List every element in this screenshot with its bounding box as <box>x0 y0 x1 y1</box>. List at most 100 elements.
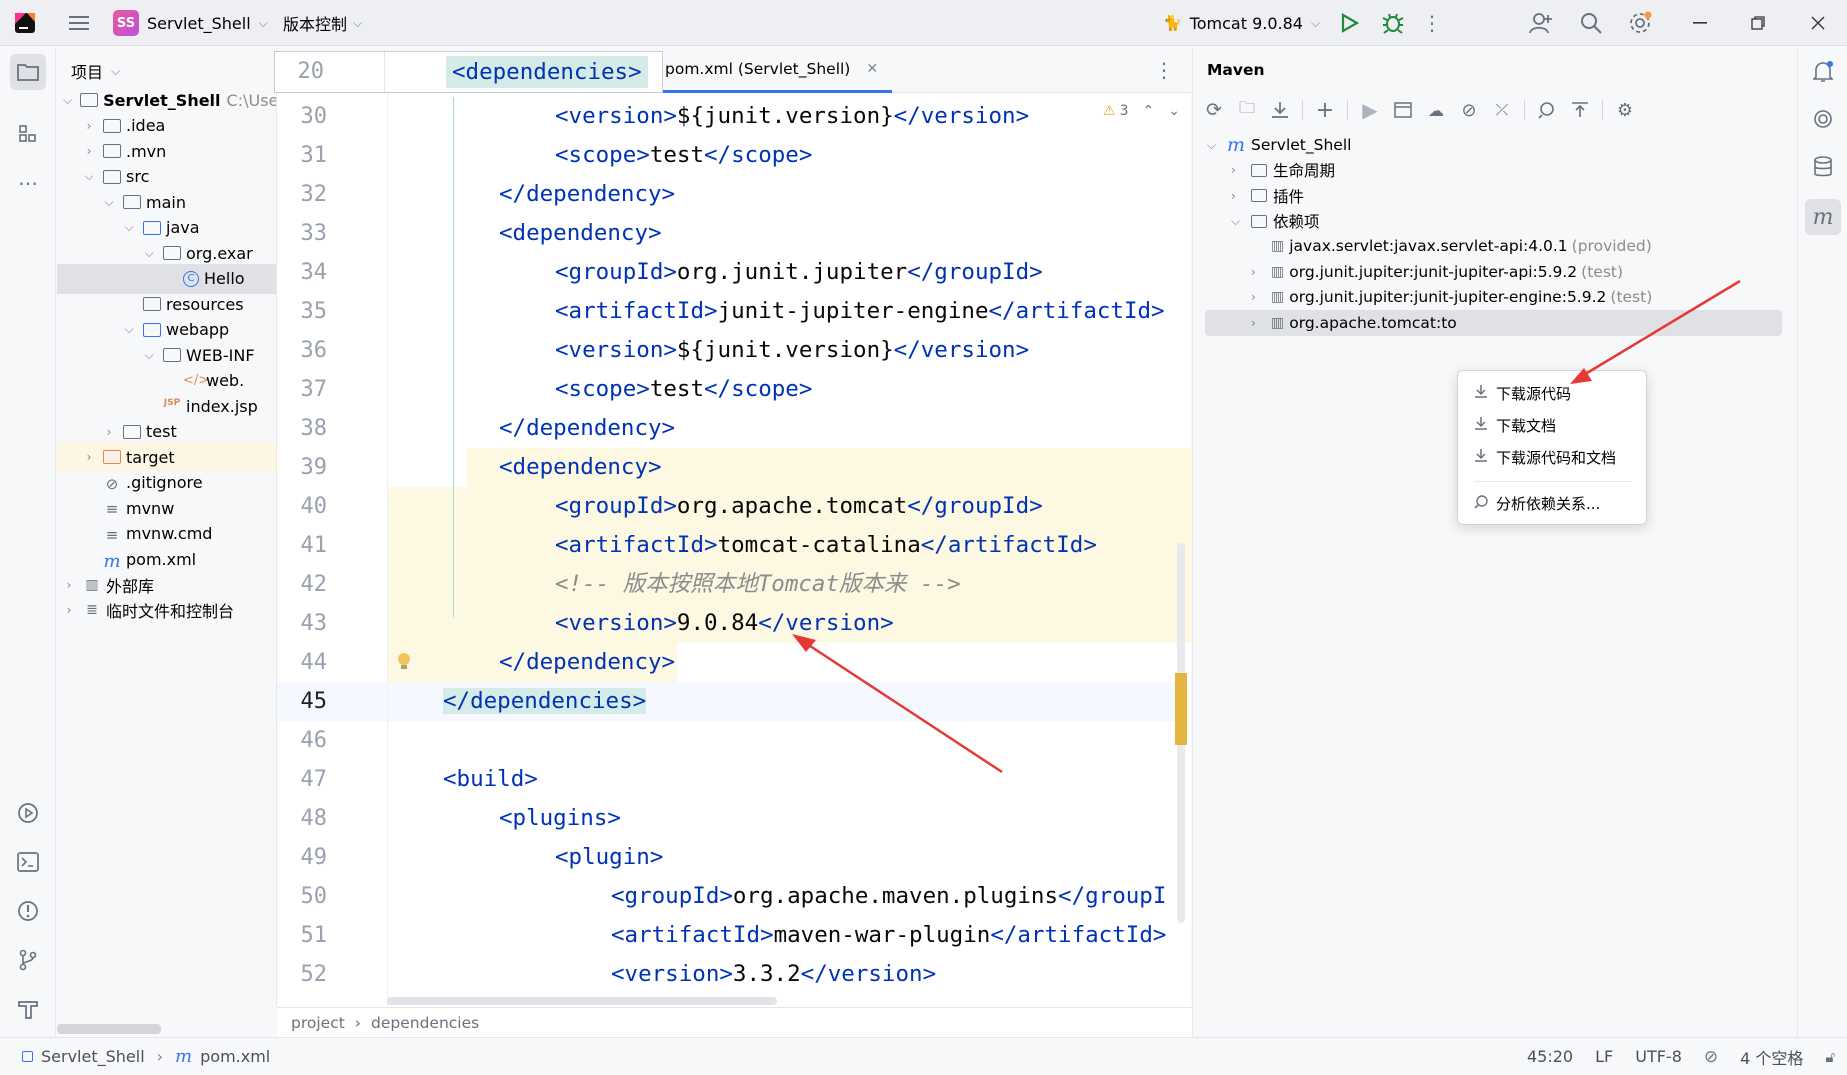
close-icon[interactable] <box>1803 0 1833 46</box>
tree-item[interactable]: › ≣ 临时文件和控制台 <box>57 595 276 625</box>
code-line: </dependencies> <box>443 682 647 721</box>
ai-assistant-icon[interactable] <box>1805 101 1841 137</box>
terminal-tool-icon[interactable] <box>10 844 46 880</box>
xml-text: maven-war-plugin <box>773 922 991 948</box>
download-icon <box>1474 448 1496 466</box>
close-icon[interactable]: ✕ <box>866 61 878 77</box>
lightbulb-icon[interactable] <box>397 652 411 672</box>
excluded-folder-icon <box>103 450 126 464</box>
skip-tests-icon[interactable]: ⊘ <box>1458 99 1480 121</box>
horizontal-scrollbar[interactable] <box>387 997 777 1005</box>
chevron-right-icon[interactable]: › <box>103 425 115 439</box>
chevron-down-icon[interactable]: ⌵ <box>63 93 72 108</box>
project-tool-icon[interactable] <box>10 54 46 90</box>
chevron-down-icon[interactable]: ⌵ <box>1231 214 1249 229</box>
chevron-down-icon[interactable]: ⌵ <box>123 220 135 235</box>
code-line: <artifactId>junit-jupiter-engine</artifa… <box>555 292 1165 331</box>
project-switcher[interactable]: SS Servlet_Shell ⌵ <box>113 0 268 46</box>
chevron-right-icon[interactable]: › <box>63 603 75 617</box>
chevron-up-icon[interactable]: ⌃ <box>1142 103 1154 119</box>
chevron-down-icon[interactable]: ⌵ <box>143 246 155 261</box>
maven-node-label: 依赖项 <box>1273 213 1320 231</box>
debug-icon[interactable] <box>1378 0 1408 46</box>
restore-icon[interactable] <box>1743 0 1773 46</box>
horizontal-scrollbar[interactable] <box>57 1024 161 1034</box>
main-menu-icon[interactable] <box>64 0 94 46</box>
collapse-icon[interactable]: ⤫ <box>1491 99 1513 121</box>
chevron-right-icon[interactable]: › <box>1231 189 1249 203</box>
code-line: <plugins> <box>499 799 621 838</box>
chevron-right-icon[interactable]: › <box>1231 163 1249 177</box>
vcs-menu[interactable]: 版本控制 ⌵ <box>283 0 362 46</box>
git-tool-icon[interactable] <box>10 942 46 978</box>
run-maven-icon[interactable]: ▶ <box>1359 98 1381 122</box>
chevron-right-icon[interactable]: › <box>83 119 95 133</box>
chevron-right-icon[interactable]: › <box>1251 265 1269 279</box>
maven-tool-icon[interactable]: m <box>1805 199 1841 235</box>
xml-tag: <groupId> <box>555 259 677 285</box>
menu-item-analyze-dependencies[interactable]: 分析依赖关系... <box>1466 488 1638 518</box>
chevron-right-icon[interactable]: › <box>1251 290 1269 304</box>
chevron-right-icon[interactable]: › <box>1251 316 1269 330</box>
more-tools-icon[interactable]: ⋯ <box>10 165 46 201</box>
menu-item-download-docs[interactable]: 下载文档 <box>1466 410 1638 440</box>
menu-item-download-sources-and-docs[interactable]: 下载源代码和文档 <box>1466 442 1638 472</box>
tree-item-label: Servlet_Shell <box>103 90 221 110</box>
problems-tool-icon[interactable] <box>10 893 46 929</box>
line-separator[interactable]: LF <box>1595 1047 1613 1066</box>
file-encoding[interactable]: UTF-8 <box>1635 1047 1682 1066</box>
dependency-name: org.apache.tomcat:to <box>1289 313 1457 332</box>
inspection-widget[interactable]: ⚠ 3 ⌃ ⌄ <box>1103 103 1180 119</box>
database-icon[interactable] <box>1805 149 1841 185</box>
tab-options-icon[interactable]: ⋮ <box>1152 57 1176 83</box>
breadcrumb-project[interactable]: project <box>291 1014 345 1032</box>
lock-icon[interactable]: 🔓︎ <box>1825 1048 1835 1066</box>
line-number: 32 <box>300 182 328 207</box>
run-config-selector[interactable]: 🐈 Tomcat 9.0.84 ⌵ <box>1163 0 1320 46</box>
notifications-icon[interactable] <box>1805 54 1841 90</box>
chevron-right-icon[interactable]: › <box>83 144 95 158</box>
settings-gear-icon[interactable] <box>1625 0 1655 46</box>
xml-tag: </groupI <box>1058 883 1167 909</box>
run-config-icon[interactable] <box>1392 99 1414 121</box>
menu-item-label: 下载源代码 <box>1496 384 1572 403</box>
chevron-right-icon[interactable]: › <box>83 450 95 464</box>
status-crumb-project[interactable]: Servlet_Shell <box>41 1047 145 1066</box>
more-actions-icon[interactable]: ⋮ <box>1420 0 1444 46</box>
app-logo-icon[interactable] <box>14 0 38 46</box>
module-folder-icon <box>80 93 103 107</box>
structure-tool-icon[interactable] <box>10 116 46 152</box>
chevron-down-icon[interactable]: ⌵ <box>143 348 155 363</box>
menu-item-download-sources[interactable]: 下载源代码 <box>1466 378 1638 408</box>
reload-folder-icon[interactable]: 🗀 <box>1236 98 1258 121</box>
reload-icon[interactable]: ⟳ <box>1203 99 1225 121</box>
readonly-toggle-icon[interactable]: ⊘ <box>1704 1047 1718 1067</box>
status-crumb-file[interactable]: pom.xml <box>200 1047 270 1066</box>
dependency-item[interactable]: › ▥ org.apache.tomcat:to <box>1251 308 1457 338</box>
caret-position[interactable]: 45:20 <box>1527 1047 1573 1066</box>
minimize-icon[interactable] <box>1685 0 1715 46</box>
tab-pom-xml[interactable]: pom.xml (Servlet_Shell) ✕ <box>657 47 893 93</box>
chevron-down-icon[interactable]: ⌵ <box>1207 138 1223 153</box>
indent-setting[interactable]: 4 个空格 <box>1740 1045 1803 1069</box>
add-user-icon[interactable] <box>1526 0 1556 46</box>
chevron-down-icon[interactable]: ⌵ <box>103 195 115 210</box>
project-panel-header[interactable]: 项目 ⌵ <box>71 59 120 83</box>
run-icon[interactable] <box>1335 0 1365 46</box>
analyze-icon[interactable] <box>1536 99 1558 121</box>
add-icon[interactable]: + <box>1314 98 1336 123</box>
search-icon[interactable] <box>1576 0 1606 46</box>
services-tool-icon[interactable] <box>10 795 46 831</box>
breadcrumb-dependencies[interactable]: dependencies <box>371 1014 479 1032</box>
collapse-all-icon[interactable] <box>1569 99 1591 121</box>
download-icon[interactable] <box>1269 99 1291 121</box>
chevron-down-icon[interactable]: ⌵ <box>83 169 95 184</box>
settings-gear-icon[interactable]: ⚙ <box>1614 99 1636 121</box>
chevron-down-icon[interactable]: ⌄ <box>1168 103 1180 119</box>
offline-icon[interactable]: ☁ <box>1425 99 1447 121</box>
sticky-scroll-header[interactable]: 20 <dependencies> <box>274 51 663 93</box>
chevron-down-icon[interactable]: ⌵ <box>123 322 135 337</box>
build-tool-icon[interactable] <box>10 991 46 1027</box>
chevron-right-icon[interactable]: › <box>63 578 75 592</box>
xml-tag: </artifactId> <box>920 532 1097 558</box>
